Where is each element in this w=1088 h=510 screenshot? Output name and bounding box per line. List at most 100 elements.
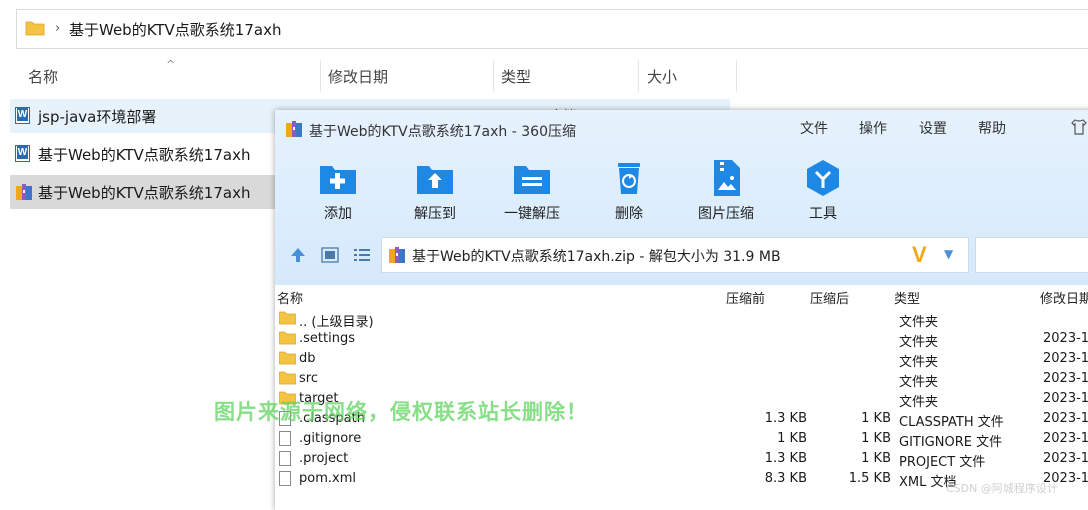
zip-window: 基于Web的KTV点歌系统17axh - 360压缩 文件 操作 设置 帮助 添… (275, 110, 1088, 510)
item-packed-size: 8.3 KB (764, 471, 807, 486)
column-header-name[interactable]: 名称 (28, 66, 58, 87)
item-date: 2023-1 (1043, 411, 1088, 426)
tool-label: 一键解压 (504, 206, 560, 222)
list-view-icon[interactable] (353, 247, 371, 263)
sort-up-icon: ^ (166, 58, 176, 71)
list-header-date[interactable]: 修改日期 (1040, 288, 1088, 307)
zip-archive-icon (16, 184, 32, 200)
add-folder-icon (320, 166, 356, 194)
list-item[interactable]: db 文件夹 2023-1 (275, 349, 1088, 370)
list-header-packed[interactable]: 压缩前 (726, 288, 765, 307)
tool-label: 工具 (809, 206, 837, 222)
item-name: db (299, 351, 316, 366)
item-packed-size: 1.3 KB (764, 451, 807, 466)
list-item[interactable]: .gitignore 1 KB 1 KB GITIGNORE 文件 2023-1 (275, 429, 1088, 450)
item-compressed-size: 1 KB (861, 451, 891, 466)
zip-app-icon (286, 121, 302, 137)
item-date: 2023-1 (1043, 431, 1088, 446)
item-date: 2023-1 (1043, 391, 1088, 406)
one-click-extract-icon (514, 166, 550, 194)
tool-one-click-extract-button[interactable]: 一键解压 (487, 158, 577, 228)
archive-path-text: 基于Web的KTV点歌系统17axh.zip - 解包大小为 31.9 MB (412, 249, 781, 265)
file-row[interactable]: 基于Web的KTV点歌系统17axh (10, 137, 275, 171)
file-name: jsp-java环境部署 (38, 108, 157, 126)
item-type: PROJECT 文件 (899, 455, 986, 470)
column-header-size[interactable]: 大小 (647, 66, 677, 87)
column-divider[interactable] (736, 60, 737, 92)
folder-icon (279, 331, 296, 345)
v-badge-icon[interactable]: V (912, 242, 927, 268)
dropdown-arrow-icon[interactable]: ▼ (944, 247, 953, 261)
item-date: 2023-1 (1043, 371, 1088, 386)
up-arrow-icon[interactable] (289, 246, 307, 264)
list-header-compressed[interactable]: 压缩后 (810, 288, 849, 307)
list-item[interactable]: .settings 文件夹 2023-1 (275, 329, 1088, 350)
item-date: 2023-1 (1043, 331, 1088, 346)
item-name: src (299, 371, 318, 386)
tool-delete-button[interactable]: 删除 (584, 158, 674, 228)
skin-icon[interactable] (1070, 118, 1088, 136)
item-type: 文件夹 (899, 315, 939, 330)
zip-header: 基于Web的KTV点歌系统17axh - 360压缩 文件 操作 设置 帮助 添… (275, 110, 1088, 285)
list-item[interactable]: .. (上级目录) 文件夹 (275, 309, 1088, 330)
archive-path-box[interactable]: 基于Web的KTV点歌系统17axh.zip - 解包大小为 31.9 MB V… (381, 237, 969, 273)
item-name: pom.xml (299, 471, 356, 486)
file-row-selected[interactable]: 基于Web的KTV点歌系统17axh (10, 175, 275, 209)
menu-file[interactable]: 文件 (800, 118, 828, 138)
search-input[interactable] (975, 237, 1088, 273)
file-name: 基于Web的KTV点歌系统17axh (38, 146, 251, 164)
file-icon (279, 471, 291, 486)
thumbnail-view-icon[interactable] (321, 247, 339, 263)
tool-tools-button[interactable]: 工具 (778, 158, 868, 228)
item-date: 2023-1 (1043, 451, 1088, 466)
menu-help[interactable]: 帮助 (978, 118, 1006, 138)
tool-label: 添加 (324, 206, 352, 222)
item-packed-size: 1 KB (777, 431, 807, 446)
address-path[interactable]: 基于Web的KTV点歌系统17axh (69, 19, 281, 40)
menu-operation[interactable]: 操作 (859, 118, 887, 138)
item-name: .settings (299, 331, 355, 346)
tool-extract-to-button[interactable]: 解压到 (390, 158, 480, 228)
column-divider[interactable] (320, 60, 321, 92)
item-type: CLASSPATH 文件 (899, 415, 1004, 430)
column-divider[interactable] (638, 60, 639, 92)
list-item[interactable]: .project 1.3 KB 1 KB PROJECT 文件 2023-1 (275, 449, 1088, 470)
item-type: GITIGNORE 文件 (899, 435, 1003, 450)
folder-icon (279, 371, 296, 385)
list-header-name[interactable]: 名称 (277, 288, 303, 307)
credit-text: CSDN @阿城程序设计 (946, 482, 1058, 495)
list-header-type[interactable]: 类型 (894, 288, 920, 307)
item-name: .gitignore (299, 431, 362, 446)
folder-icon (279, 311, 296, 325)
item-compressed-size: 1.5 KB (848, 471, 891, 486)
item-type: 文件夹 (899, 335, 939, 350)
tool-image-compress-button[interactable]: 图片压缩 (681, 158, 771, 228)
list-item[interactable]: src 文件夹 2023-1 (275, 369, 1088, 390)
file-name: 基于Web的KTV点歌系统17axh (38, 184, 251, 202)
column-header-date[interactable]: 修改日期 (328, 66, 388, 87)
extract-to-icon (417, 166, 453, 194)
menu-settings[interactable]: 设置 (919, 118, 947, 138)
item-type: 文件夹 (899, 375, 939, 390)
column-header-type[interactable]: 类型 (501, 66, 531, 87)
zip-archive-icon (389, 247, 405, 263)
tool-label: 解压到 (414, 206, 456, 222)
file-icon (279, 451, 291, 466)
item-packed-size: 1.3 KB (764, 411, 807, 426)
word-doc-icon (15, 107, 30, 124)
item-compressed-size: 1 KB (861, 431, 891, 446)
column-headers: ^ 名称 修改日期 类型 大小 (0, 58, 1088, 94)
column-divider[interactable] (493, 60, 494, 92)
item-date: 2023-1 (1043, 351, 1088, 366)
address-bar[interactable]: › 基于Web的KTV点歌系统17axh (16, 9, 1088, 49)
item-name: .. (上级目录) (299, 315, 374, 330)
tool-add-button[interactable]: 添加 (293, 158, 383, 228)
image-compress-icon (714, 160, 740, 196)
item-type: 文件夹 (899, 395, 939, 410)
tool-label: 删除 (615, 206, 643, 222)
navigation-row: 基于Web的KTV点歌系统17axh.zip - 解包大小为 31.9 MB V… (275, 237, 1088, 275)
recycle-bin-icon (618, 163, 640, 194)
watermark-text: 图片来源于网络，侵权联系站长删除！ (214, 400, 588, 424)
file-icon (279, 431, 291, 446)
chevron-right-icon: › (55, 21, 61, 36)
